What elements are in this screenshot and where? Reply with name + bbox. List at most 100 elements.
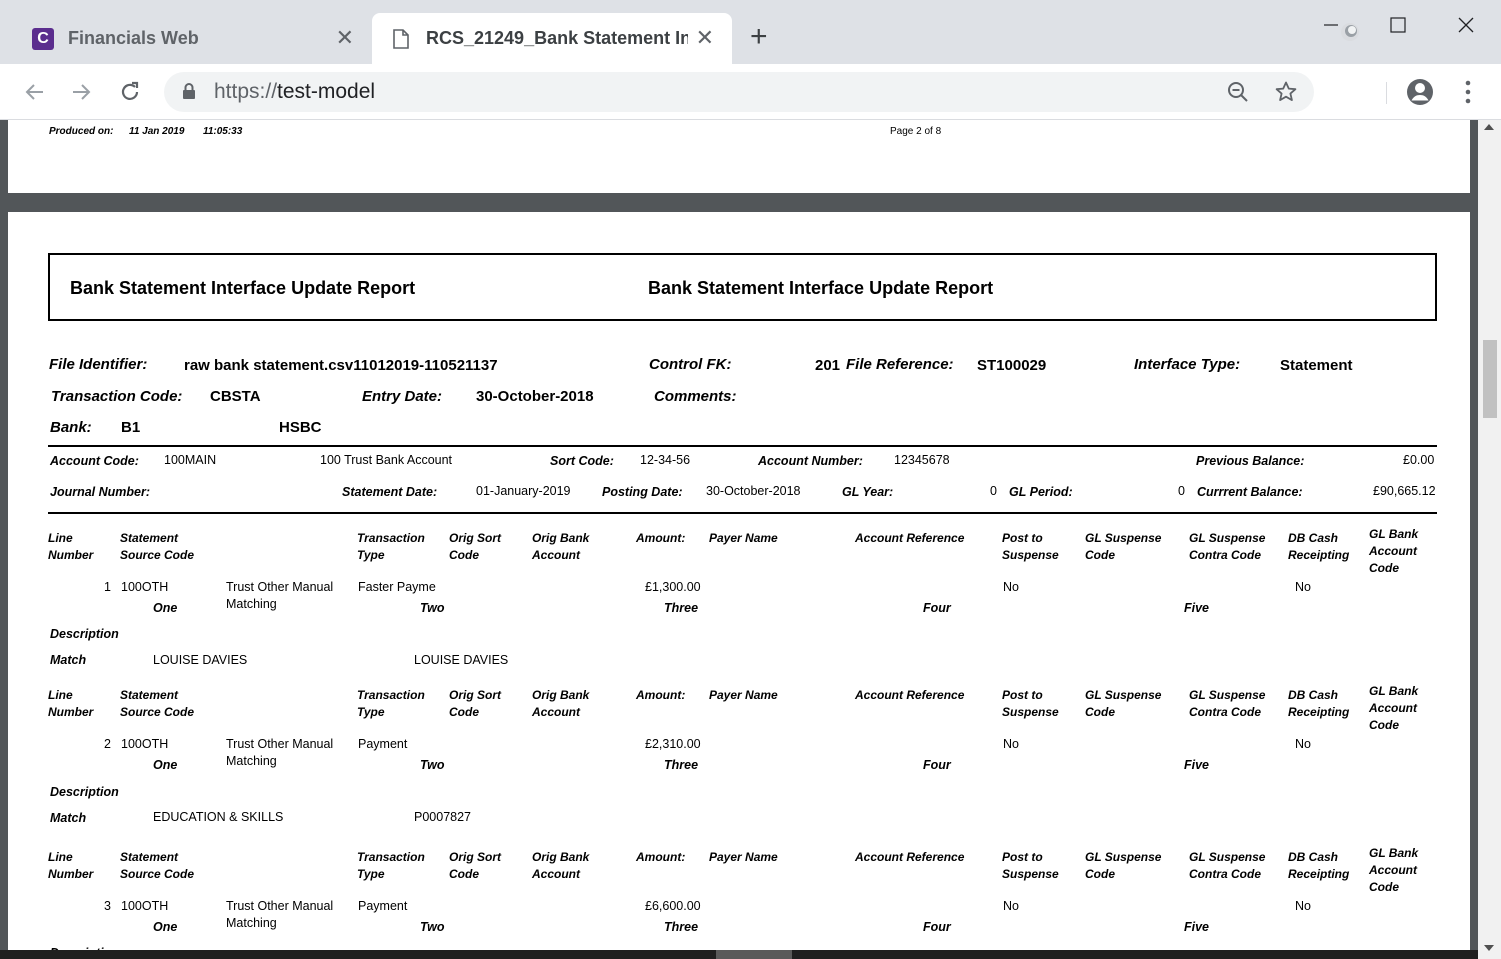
pdf-page-previous: Produced on: 11 Jan 2019 11:05:33 Page 2…	[8, 120, 1470, 193]
description-label: Description	[50, 627, 119, 641]
analysis-four-label: Four	[923, 758, 951, 772]
posting-date-label: Posting Date:	[602, 485, 683, 499]
match-value-1: EDUCATION & SKILLS	[153, 810, 284, 824]
match-label: Match	[50, 811, 87, 825]
col-post-to-suspense: Post to Suspense	[1002, 688, 1059, 719]
address-bar[interactable]: https://test-model	[164, 72, 1314, 112]
amount: £2,310.00	[645, 737, 701, 751]
close-tab-icon[interactable]: ✕	[696, 27, 714, 49]
forward-arrow-icon[interactable]	[66, 76, 98, 108]
control-fk: 201	[815, 357, 841, 374]
col-gl-bank-account-code: GL Bank Account Code	[1369, 846, 1419, 894]
statement-line-block: Line Number Statement Source Code Transa…	[8, 527, 1470, 685]
col-gl-suspense-code: GL Suspense Code	[1085, 531, 1162, 562]
amount: £1,300.00	[645, 580, 701, 594]
window-close-icon[interactable]	[1451, 10, 1481, 40]
col-orig-bank-account: Orig Bank Account	[532, 531, 590, 562]
sort-code-label: Sort Code:	[550, 454, 614, 468]
file-reference-label: File Reference:	[846, 356, 954, 373]
scroll-up-arrow-icon[interactable]	[1484, 124, 1494, 130]
previous-balance-label: Previous Balance:	[1196, 454, 1305, 468]
col-statement-source-code: Statement Source Code	[120, 688, 195, 719]
source-code: 100OTH	[121, 737, 169, 751]
transaction-type: Payment	[358, 899, 408, 913]
divider-line	[48, 445, 1437, 447]
scroll-down-arrow-icon[interactable]	[1484, 945, 1494, 951]
extension-icon[interactable]	[1338, 20, 1362, 49]
scroll-thumb[interactable]	[1483, 340, 1497, 418]
report-title-right: Bank Statement Interface Update Report	[648, 278, 994, 298]
col-amount: Amount:	[636, 531, 686, 545]
analysis-two-label: Two	[420, 920, 445, 934]
db-cash-receipting: No	[1295, 580, 1311, 594]
post-to-suspense: No	[1003, 580, 1019, 594]
db-cash-receipting: No	[1295, 737, 1311, 751]
col-line-number: Line Number	[48, 850, 94, 881]
col-line-number: Line Number	[48, 531, 94, 562]
match-value-2: LOUISE DAVIES	[414, 653, 509, 667]
analysis-two-label: Two	[420, 758, 445, 772]
col-statement-source-code: Statement Source Code	[120, 850, 195, 881]
analysis-five-label: Five	[1184, 920, 1210, 934]
horizontal-scroll-track	[0, 950, 1478, 959]
transaction-type: Payment	[358, 737, 408, 751]
post-to-suspense: No	[1003, 737, 1019, 751]
entry-date-label: Entry Date:	[362, 388, 443, 405]
url-text: https://test-model	[214, 80, 376, 103]
tab-bank-statement[interactable]: RCS_21249_Bank Statement Inter ✕	[372, 13, 732, 64]
menu-dots-icon[interactable]	[1458, 79, 1478, 110]
col-db-cash-receipting: DB Cash Receipting	[1288, 688, 1350, 719]
back-arrow-icon[interactable]	[18, 76, 50, 108]
produced-date: 11 Jan 2019	[129, 126, 185, 137]
account-number: 12345678	[894, 453, 950, 467]
close-tab-icon[interactable]: ✕	[336, 27, 354, 49]
col-payer-name: Payer Name	[709, 688, 778, 702]
produced-time: 11:05:33	[203, 126, 243, 137]
bookmark-star-icon[interactable]	[1274, 80, 1298, 109]
document-icon	[390, 28, 412, 50]
col-gl-suspense-code: GL Suspense Code	[1085, 850, 1162, 881]
analysis-three-label: Three	[664, 601, 699, 615]
new-tab-plus-icon[interactable]: +	[750, 22, 768, 52]
profile-avatar-icon[interactable]	[1405, 77, 1435, 112]
sort-code: 12-34-56	[640, 453, 691, 467]
analysis-five-label: Five	[1184, 601, 1210, 615]
col-transaction-type: Transaction Type	[357, 688, 425, 719]
horizontal-scroll-thumb[interactable]	[716, 950, 792, 959]
source-description: Trust Other Manual Matching	[226, 737, 334, 768]
col-line-number: Line Number	[48, 688, 94, 719]
analysis-one-label: One	[153, 920, 178, 934]
produced-on-label: Produced on:	[49, 126, 114, 137]
col-gl-suspense-code: GL Suspense Code	[1085, 688, 1162, 719]
gl-period: 0	[1178, 484, 1185, 498]
col-statement-source-code: Statement Source Code	[120, 531, 195, 562]
col-orig-sort-code: Orig Sort Code	[449, 850, 502, 881]
col-gl-suspense-contra-code: GL Suspense Contra Code	[1189, 850, 1266, 881]
tab-financials-web[interactable]: C Financials Web ✕	[14, 13, 372, 64]
source-code: 100OTH	[121, 580, 169, 594]
col-amount: Amount:	[636, 850, 686, 864]
maximize-icon[interactable]	[1383, 10, 1413, 40]
col-gl-bank-account-code: GL Bank Account Code	[1369, 527, 1419, 575]
financials-favicon-icon: C	[32, 27, 54, 50]
reload-icon[interactable]	[114, 76, 146, 108]
account-name: 100 Trust Bank Account	[320, 453, 453, 467]
divider-line	[48, 512, 1437, 514]
bank-code: B1	[121, 419, 141, 436]
file-identifier: raw bank statement.csv11012019-110521137	[184, 357, 498, 374]
statement-date: 01-January-2019	[476, 484, 571, 498]
entry-date: 30-October-2018	[476, 388, 594, 405]
col-account-reference: Account Reference	[855, 531, 965, 545]
zoom-icon[interactable]	[1226, 80, 1250, 109]
match-value-1: LOUISE DAVIES	[153, 653, 248, 667]
previous-balance: £0.00	[1403, 453, 1435, 467]
analysis-four-label: Four	[923, 920, 951, 934]
vertical-scrollbar[interactable]	[1478, 120, 1501, 959]
amount: £6,600.00	[645, 899, 701, 913]
tab-title: RCS_21249_Bank Statement Inter	[426, 28, 688, 48]
transaction-type: Faster Payme	[358, 580, 436, 594]
pdf-page-current: Bank Statement Interface Update Report B…	[8, 212, 1470, 959]
statement-line-block: Line Number Statement Source Code Transa…	[8, 684, 1470, 842]
analysis-five-label: Five	[1184, 758, 1210, 772]
report-title-left: Bank Statement Interface Update Report	[70, 278, 416, 298]
